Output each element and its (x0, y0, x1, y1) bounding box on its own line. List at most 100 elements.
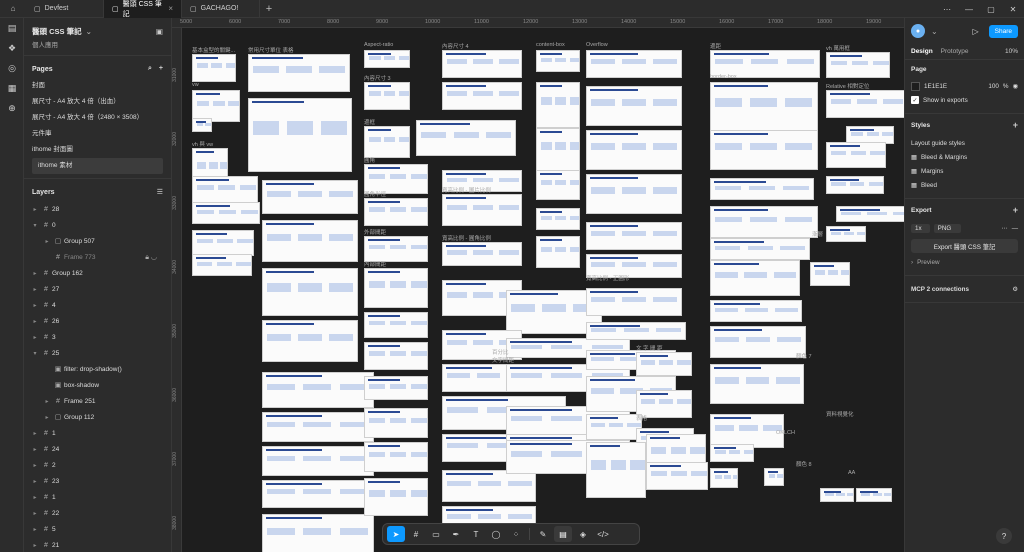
frame-tool-icon[interactable]: # (407, 526, 425, 542)
page-item[interactable]: 元件庫 (24, 126, 171, 142)
design-frame[interactable] (536, 236, 580, 268)
design-frame[interactable] (710, 82, 818, 132)
design-frame[interactable] (248, 54, 350, 92)
frame-label[interactable]: 常用尺寸單位 表格 (248, 46, 294, 54)
caret-icon[interactable]: ▸ (30, 430, 40, 437)
preview-toggle[interactable]: › Preview (911, 255, 1018, 269)
design-frame[interactable] (364, 50, 410, 68)
design-frame[interactable] (586, 130, 682, 170)
design-frame[interactable] (710, 300, 802, 322)
design-frame[interactable] (536, 82, 580, 128)
design-frame[interactable] (710, 326, 806, 358)
code-icon[interactable]: </> (594, 526, 612, 542)
page-item[interactable]: 封面 (24, 78, 171, 94)
design-frame[interactable] (710, 260, 800, 296)
frame-label[interactable]: 文字間距 (492, 356, 514, 364)
design-frame[interactable] (364, 312, 428, 338)
frame-label[interactable]: Aspect-ratio (364, 42, 393, 48)
design-frame[interactable] (262, 514, 374, 552)
layer-row[interactable]: ▸ #27 (24, 281, 171, 297)
search-icon[interactable]: ⌕ (148, 65, 152, 73)
page-item-selected[interactable]: ithome 素材 (32, 158, 163, 174)
design-frame[interactable] (536, 50, 580, 72)
design-frame[interactable] (636, 352, 692, 376)
frame-label[interactable]: 寬高比例 - 正圓形 (586, 274, 629, 282)
frame-label[interactable]: 邊距 (710, 42, 721, 50)
layer-row[interactable]: ▸ #5 (24, 521, 171, 537)
play-icon[interactable]: ▷ (972, 27, 978, 36)
more-icon[interactable]: ⋯ (1001, 225, 1007, 232)
bg-swatch[interactable] (911, 81, 920, 91)
design-mode-icon[interactable]: ▤ (554, 526, 572, 542)
lock-icon[interactable]: 🔒︎ ◡ (145, 253, 157, 262)
frame-label[interactable]: OKLCH (776, 430, 795, 436)
design-frame[interactable] (586, 86, 682, 126)
comment-tool-icon[interactable]: ◯ (487, 526, 505, 542)
layer-row[interactable]: ▸ #23 (24, 473, 171, 489)
frame-label[interactable]: vh 萬用框 (826, 44, 850, 52)
export-scale[interactable]: 1x (911, 223, 930, 233)
caret-icon[interactable]: ▸ (30, 510, 40, 517)
tab-devfest[interactable]: ▢ Devfest (26, 0, 104, 18)
plugins-icon[interactable]: ⊕ (0, 98, 24, 118)
caret-icon[interactable]: ▸ (30, 286, 40, 293)
frame-label[interactable]: 漸層 (812, 230, 823, 238)
tab-css-notes[interactable]: ▢ 醫頭 CSS 筆記 × (104, 0, 182, 18)
frame-label[interactable]: Relative 相對定位 (826, 82, 869, 90)
design-frame[interactable] (442, 50, 522, 78)
frame-label[interactable]: AA (848, 470, 855, 476)
caret-icon[interactable]: ▸ (30, 302, 40, 309)
caret-icon[interactable]: ▾ (30, 222, 40, 229)
design-frame[interactable] (586, 174, 682, 214)
layer-row[interactable]: ▾ #0 (24, 217, 171, 233)
frame-label[interactable]: 顏色 7 (796, 352, 812, 360)
design-frame[interactable] (262, 412, 374, 442)
design-frame[interactable] (710, 130, 818, 170)
page-item[interactable]: ithome 封面圖 (24, 142, 171, 158)
text-tool-icon[interactable]: T (467, 526, 485, 542)
design-frame[interactable] (364, 342, 428, 370)
caret-icon[interactable]: ▸ (42, 398, 52, 405)
new-tab-button[interactable]: + (260, 3, 278, 15)
frame-label[interactable]: 資料視覺化 (826, 410, 854, 418)
layer-row[interactable]: ▸ #1 (24, 489, 171, 505)
design-frame[interactable] (364, 82, 410, 110)
remove-icon[interactable]: — (1012, 225, 1018, 232)
design-frame[interactable] (262, 480, 374, 508)
design-frame[interactable] (810, 262, 850, 286)
layer-row[interactable]: ▸ ▢ Group 507 (24, 233, 171, 249)
layer-row[interactable]: ▸ #4 (24, 297, 171, 313)
design-frame[interactable] (836, 206, 904, 222)
design-frame[interactable] (710, 468, 738, 488)
design-frame[interactable] (364, 442, 428, 472)
layer-row[interactable]: # Frame 773 🔒︎ ◡ (24, 249, 171, 265)
export-format[interactable]: PNG (933, 223, 962, 233)
actions-icon[interactable]: ⁘ (507, 526, 525, 542)
home-icon[interactable]: ⌂ (0, 0, 26, 18)
design-frame[interactable] (710, 178, 814, 200)
frame-label[interactable]: 文 字 間 距 (636, 344, 663, 352)
layer-row[interactable]: ▣ box-shadow (24, 377, 171, 393)
frame-label[interactable]: content-box (536, 42, 565, 48)
design-frame[interactable] (856, 488, 892, 502)
dev-mode-icon[interactable]: ◈ (574, 526, 592, 542)
design-frame[interactable] (442, 194, 522, 226)
sort-icon[interactable]: ☰ (157, 188, 163, 196)
design-frame[interactable] (710, 238, 810, 260)
caret-icon[interactable]: ▸ (30, 462, 40, 469)
layer-row[interactable]: ▸ # Frame 251 (24, 393, 171, 409)
caret-icon[interactable]: ▸ (30, 318, 40, 325)
eye-icon[interactable]: ◉ (1013, 83, 1019, 90)
export-button[interactable]: Export 醫頭 CSS 筆記 (911, 239, 1018, 253)
layer-row[interactable]: ▸ ▢ Group 112 (24, 409, 171, 425)
canvas[interactable]: 5000 6000 7000 8000 9000 10000 11000 12000 13000… (172, 18, 904, 552)
design-frame[interactable] (416, 120, 516, 156)
caret-icon[interactable]: ▾ (30, 350, 40, 357)
design-frame[interactable] (364, 268, 428, 308)
design-frame[interactable] (826, 52, 890, 78)
guide-style[interactable]: ▦ Margins (911, 164, 1018, 178)
layer-row[interactable]: ▸ #21 (24, 537, 171, 552)
layer-row[interactable]: ▸ #28 (24, 201, 171, 217)
tab-gachago[interactable]: ▢ GACHAGO! (182, 0, 260, 18)
page-item[interactable]: 展尺寸 - A4 放大 4 倍（出血） (24, 94, 171, 110)
